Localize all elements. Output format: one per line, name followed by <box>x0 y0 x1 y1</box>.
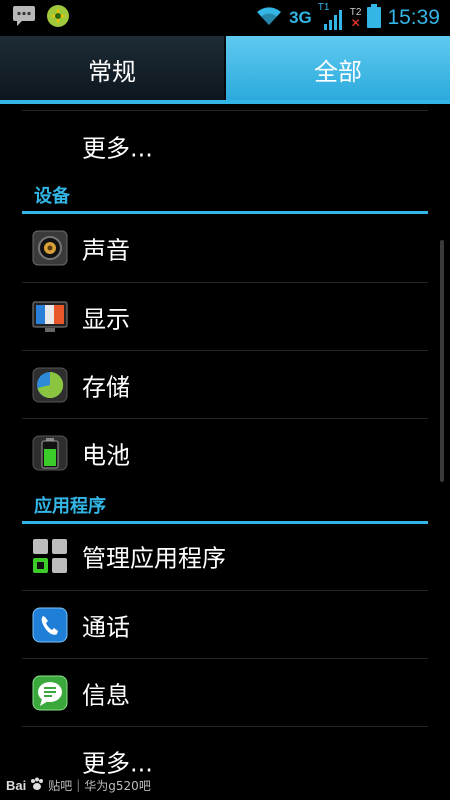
watermark-text: 华为g520吧 <box>84 778 151 793</box>
tab-bar: 常规 全部 <box>0 36 450 102</box>
message-icon <box>12 5 36 31</box>
tab-general[interactable]: 常规 <box>0 36 226 102</box>
section-header-label: 设备 <box>34 186 70 207</box>
messaging-icon <box>32 675 68 711</box>
tab-general-label: 常规 <box>88 57 136 86</box>
manage-apps-icon <box>32 538 68 574</box>
phone-icon <box>32 607 68 643</box>
list-item-label: 显示 <box>82 305 130 334</box>
section-header-device: 设备 <box>0 176 450 214</box>
tab-indicator <box>0 100 450 104</box>
storage-icon <box>32 367 68 403</box>
list-item-label: 更多... <box>82 134 153 163</box>
list-item-label: 电池 <box>82 441 130 470</box>
section-header-label: 应用程序 <box>34 496 106 517</box>
watermark-logo: Bai <box>6 777 27 793</box>
watermark: Bai 贴吧 | 华为g520吧 <box>6 774 151 796</box>
store-icon <box>46 4 70 32</box>
watermark-separator: | <box>76 778 81 792</box>
list-item-messaging[interactable]: 信息 <box>0 659 450 727</box>
divider <box>22 110 428 111</box>
battery-settings-icon <box>32 435 68 471</box>
list-item-storage[interactable]: 存储 <box>0 351 450 419</box>
list-item-more-top[interactable]: 更多... <box>0 112 450 180</box>
list-item-sound[interactable]: 声音 <box>0 214 450 282</box>
status-bar: 3G T1 T2 ✕ 15:39 <box>0 0 450 36</box>
tab-all-label: 全部 <box>314 57 362 86</box>
watermark-logo-suffix: 贴吧 <box>48 778 73 793</box>
wifi-icon <box>255 5 283 31</box>
list-item-label: 管理应用程序 <box>82 544 226 573</box>
no-signal-icon: T2 ✕ <box>349 7 362 30</box>
network-type: 3G <box>289 8 312 27</box>
tab-all[interactable]: 全部 <box>226 36 450 102</box>
battery-icon <box>367 4 382 32</box>
list-item-label: 通话 <box>82 613 130 642</box>
list-item-phone[interactable]: 通话 <box>0 591 450 659</box>
list-item-label: 声音 <box>82 236 130 265</box>
sound-icon <box>32 230 68 266</box>
list-item-manage-apps[interactable]: 管理应用程序 <box>0 522 450 590</box>
list-item-battery[interactable]: 电池 <box>0 419 450 487</box>
clock: 15:39 <box>387 6 440 29</box>
list-item-label: 信息 <box>82 681 130 710</box>
paw-icon <box>30 777 44 794</box>
scrollbar[interactable] <box>440 240 444 482</box>
list-item-display[interactable]: 显示 <box>0 283 450 351</box>
section-header-apps: 应用程序 <box>0 486 450 524</box>
signal-icon: T1 <box>318 3 344 31</box>
display-icon <box>32 299 68 335</box>
list-item-label: 存储 <box>82 373 130 402</box>
